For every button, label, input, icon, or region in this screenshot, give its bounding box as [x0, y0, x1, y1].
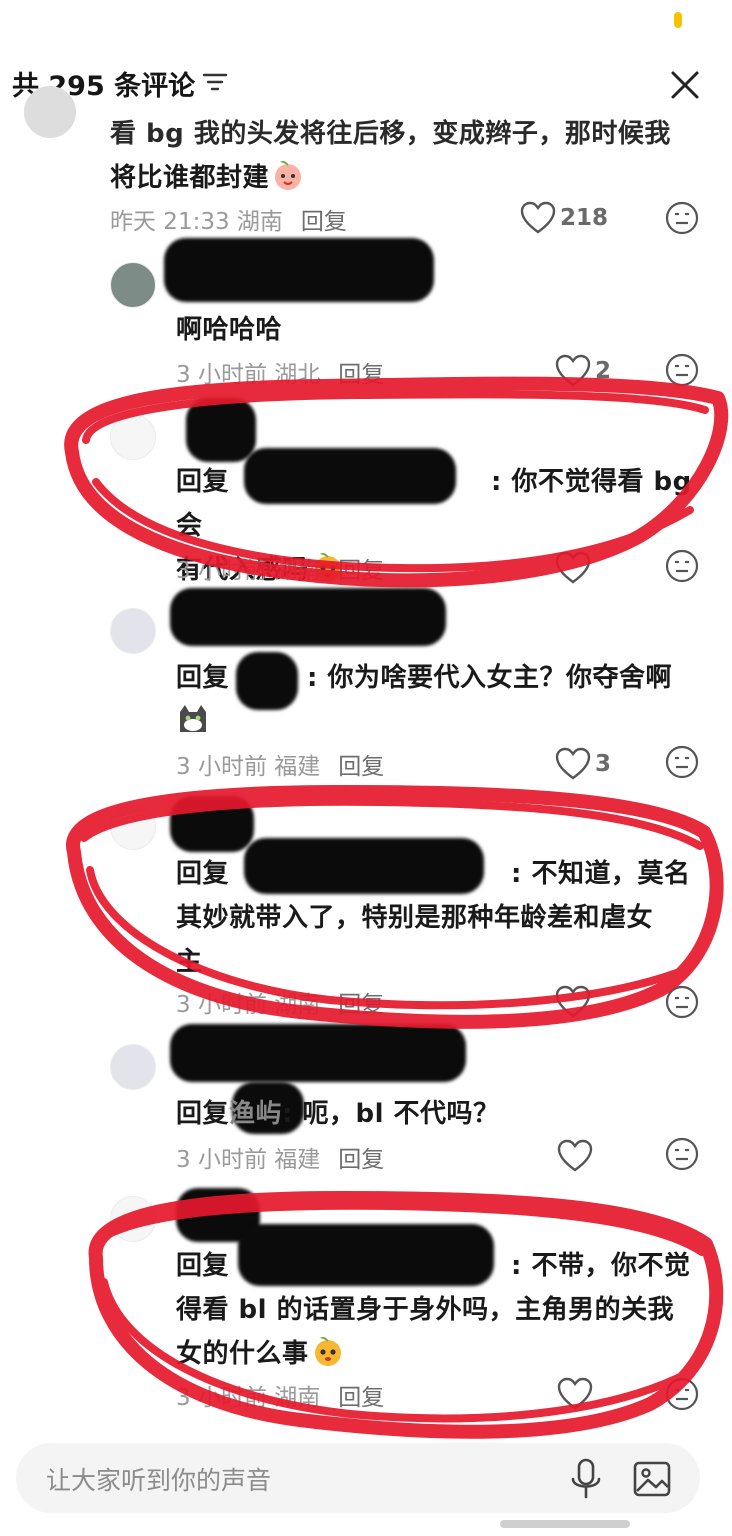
comment-meta: 昨天 21:33 湖南 回复 [110, 209, 347, 235]
like-button[interactable]: 218 [520, 198, 608, 238]
peach-face-emoji [275, 160, 302, 190]
like-button[interactable]: 3 [555, 744, 611, 784]
avatar[interactable] [110, 804, 156, 850]
avatar[interactable] [110, 608, 156, 654]
like-button[interactable] [557, 1136, 593, 1176]
heart-icon [555, 747, 591, 780]
comment-meta: 3 小时前 福建 回复 [176, 754, 385, 780]
avatar[interactable] [110, 414, 156, 460]
like-count: 3 [595, 751, 612, 777]
redacted-username [170, 588, 446, 646]
heart-icon [557, 1377, 593, 1410]
close-icon[interactable] [664, 64, 706, 106]
comment-text: 看 bg 我的头发将往后移，变成辫子，那时候我 将比谁都封建 [110, 119, 671, 193]
reply-button[interactable]: 回复 [338, 1385, 384, 1411]
filter-icon[interactable] [202, 70, 228, 96]
microphone-icon[interactable] [566, 1457, 606, 1501]
avatar[interactable] [24, 86, 76, 138]
comment-text: 回复: 不知道，莫名 其妙就带入了，特别是那种年龄差和虐女 主 [176, 859, 691, 977]
heart-icon [555, 354, 591, 387]
heart-icon [557, 1139, 593, 1172]
reply-button[interactable]: 回复 [338, 362, 384, 388]
like-count: 2 [595, 358, 612, 384]
image-icon[interactable] [632, 1459, 672, 1499]
avatar[interactable] [110, 262, 156, 308]
comments-header: 共 295 条评论 [0, 0, 732, 120]
home-indicator [500, 1520, 630, 1528]
redacted-username [186, 398, 256, 462]
meh-face-icon[interactable] [664, 548, 700, 584]
peach-face-emoji [314, 1336, 341, 1366]
meh-face-icon[interactable] [664, 352, 700, 388]
avatar[interactable] [110, 1196, 156, 1242]
like-button[interactable] [555, 982, 591, 1022]
comment-meta: 3 小时前 湖南 回复 [176, 992, 385, 1018]
comment-meta: 3 小时前 湖南 回复 [176, 558, 385, 584]
heart-icon [520, 201, 556, 234]
cat-emoji [180, 705, 206, 732]
reply-button[interactable]: 回复 [338, 1147, 384, 1173]
meh-face-icon[interactable] [664, 1136, 700, 1172]
like-count: 218 [560, 205, 609, 231]
comment-text: 回复: 你为啥要代入女主？你夺舍啊 [176, 656, 696, 744]
avatar[interactable] [110, 1044, 156, 1090]
meh-face-icon[interactable] [664, 200, 700, 236]
partial-username: 渔屿 [229, 1099, 283, 1129]
comment-text: 回复: 不带，你不觉 得看 bl 的话置身于身外吗，主角男的关我 女的什么事 [176, 1251, 691, 1369]
meh-face-icon[interactable] [664, 744, 700, 780]
meh-face-icon[interactable] [664, 1376, 700, 1412]
heart-icon [555, 551, 591, 584]
reply-button[interactable]: 回复 [338, 754, 384, 780]
reply-button[interactable]: 回复 [338, 558, 384, 584]
comment-meta: 3 小时前 福建 回复 [176, 1147, 385, 1173]
comment-input-placeholder: 让大家听到你的声音 [46, 1466, 272, 1495]
reply-button[interactable]: 回复 [338, 992, 384, 1018]
meh-face-icon[interactable] [664, 984, 700, 1020]
comment-input[interactable]: 让大家听到你的声音 [16, 1443, 700, 1513]
redacted-username [170, 1024, 466, 1082]
comment-text: 啊哈哈哈 [176, 315, 283, 345]
comment-text: 回复渔屿: 呃，bl 不代吗？ [176, 1099, 500, 1129]
like-button[interactable] [555, 548, 591, 588]
like-button[interactable] [557, 1374, 593, 1414]
like-button[interactable]: 2 [555, 351, 611, 391]
reply-button[interactable]: 回复 [301, 209, 347, 235]
redacted-username [170, 796, 254, 852]
heart-icon [555, 985, 591, 1018]
comment-meta: 3 小时前 湖北 回复 [176, 362, 385, 388]
comment-meta: 3 小时前 湖南 回复 [176, 1385, 385, 1411]
redacted-username [164, 238, 434, 302]
status-indicator [674, 12, 682, 28]
